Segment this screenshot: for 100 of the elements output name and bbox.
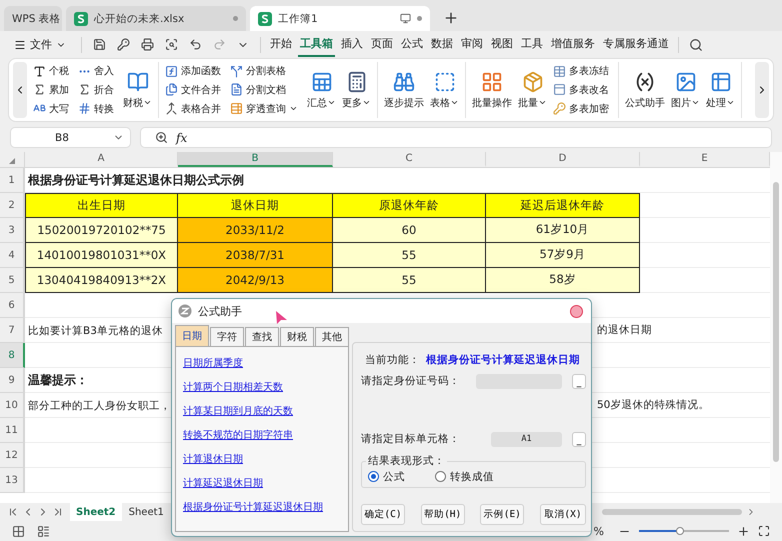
ribbon-button[interactable]: 汇总: [306, 62, 337, 118]
ribbon-button[interactable]: 添加函数: [164, 62, 222, 80]
row-header[interactable]: 4: [0, 243, 25, 268]
ribbon-button[interactable]: 个税: [32, 62, 70, 80]
row-header[interactable]: 13: [0, 468, 25, 493]
dialog-tab[interactable]: 其他: [315, 327, 349, 346]
grid-icon[interactable]: [12, 524, 25, 538]
ribbon-button[interactable]: 多表冻结: [552, 62, 610, 80]
sheet-tab[interactable]: Sheet1: [122, 503, 170, 521]
list-icon[interactable]: [37, 524, 50, 538]
close-button[interactable]: [570, 304, 583, 318]
row-header[interactable]: 3: [0, 218, 25, 243]
menu-tab[interactable]: 开始: [268, 32, 294, 57]
row-header[interactable]: 1: [0, 168, 25, 193]
formula-icon: [634, 70, 656, 92]
dialog-button[interactable]: 取消(X): [540, 504, 586, 525]
row-header[interactable]: 2: [0, 193, 25, 218]
pick-button[interactable]: _: [572, 432, 586, 446]
ribbon-button[interactable]: 多表改名: [552, 80, 610, 99]
document-tab[interactable]: 心开始の未来.xlsx: [66, 6, 246, 31]
caret-icon: [726, 98, 735, 107]
ribbon-button[interactable]: 转换: [77, 100, 115, 118]
ribbon-button[interactable]: 文件合并: [164, 80, 222, 99]
monitor-icon: [400, 13, 411, 24]
row-header[interactable]: 5: [0, 268, 25, 293]
column-header[interactable]: D: [486, 152, 640, 167]
menu-tab[interactable]: 页面: [369, 32, 395, 57]
caret-icon: [327, 98, 336, 107]
merge-icon: [165, 102, 178, 116]
sheet-tab[interactable]: Sheet2: [70, 503, 122, 521]
dialog-button[interactable]: 帮助(H): [420, 504, 465, 525]
document-tab[interactable]: 工作簿1: [250, 6, 430, 31]
row-header[interactable]: 7: [0, 318, 25, 343]
name-box[interactable]: B8: [10, 127, 131, 148]
ribbon-button[interactable]: 更多: [341, 62, 372, 118]
formula-field[interactable]: fx: [140, 127, 772, 148]
ribbon-button[interactable]: 逐步提示: [383, 62, 425, 118]
ribbon-button[interactable]: 图片: [670, 62, 701, 118]
binoculars-icon: [393, 70, 415, 92]
cell-text: 部分工种的工人身份女职工，: [27, 400, 171, 412]
function-link[interactable]: 计算某日期到月底的天数: [183, 406, 293, 417]
ribbon-button[interactable]: 批量: [517, 62, 548, 118]
table-cell: 2038/7/31: [178, 242, 333, 268]
document-tab[interactable]: WPS 表格: [4, 6, 62, 31]
ribbon-button[interactable]: 财税: [122, 62, 153, 118]
menu-tab[interactable]: 工具: [519, 32, 545, 57]
ribbon-button[interactable]: 处理: [705, 62, 736, 118]
row-header[interactable]: 11: [0, 418, 25, 443]
dialog-tab[interactable]: 查找: [245, 327, 279, 346]
function-link[interactable]: 计算退休日期: [183, 454, 243, 465]
ribbon-button[interactable]: 公式助手: [624, 62, 666, 118]
vertical-scrollbar[interactable]: [770, 152, 782, 503]
dialog-tab[interactable]: 日期: [175, 325, 209, 346]
row-header[interactable]: 9: [0, 368, 25, 393]
menu-tab[interactable]: 数据: [429, 32, 455, 57]
column-header[interactable]: B: [178, 152, 333, 167]
fullscreen-icon[interactable]: [758, 525, 770, 537]
ribbon-button[interactable]: 舍入: [77, 62, 115, 80]
radio-option[interactable]: 转换成值: [435, 470, 494, 484]
row-header[interactable]: 10: [0, 393, 25, 418]
ribbon-button[interactable]: 表格: [429, 62, 460, 118]
function-link[interactable]: 计算延迟退休日期: [183, 478, 263, 489]
menu-tab[interactable]: 增值服务: [549, 32, 597, 57]
menu-tab[interactable]: 审阅: [459, 32, 485, 57]
dialog-tab[interactable]: 字符: [210, 327, 244, 346]
dialog-button[interactable]: 确定(C): [361, 504, 405, 525]
file-menu[interactable]: 文件: [10, 37, 70, 52]
cell-text: 温馨提示：: [27, 372, 88, 388]
ribbon-button[interactable]: 分割文档: [229, 80, 299, 99]
zoom-in-icon[interactable]: [737, 524, 750, 538]
ribbon-button[interactable]: 穿透查询: [229, 100, 299, 118]
table-cell: 14010019801031**0X: [25, 242, 178, 268]
function-link[interactable]: 根据身份证号计算延迟退休日期: [183, 502, 323, 513]
function-link[interactable]: 转换不规范的日期字符串: [183, 430, 293, 441]
radio-option[interactable]: 公式: [368, 470, 405, 484]
dialog-button[interactable]: 示例(E): [480, 504, 524, 525]
column-header[interactable]: C: [333, 152, 486, 167]
menu-tab[interactable]: 视图: [489, 32, 515, 57]
menu-tab[interactable]: 公式: [399, 32, 425, 57]
ribbon-button[interactable]: 大写: [32, 100, 70, 118]
field-label: 请指定目标单元格：: [361, 432, 461, 446]
ribbon-button[interactable]: 批量操作: [471, 62, 513, 118]
row-header[interactable]: 12: [0, 443, 25, 468]
input-field[interactable]: A1: [491, 432, 562, 446]
dialog-tab[interactable]: 财税: [280, 327, 314, 346]
row-header[interactable]: 6: [0, 293, 25, 318]
menu-tab[interactable]: 专属服务通道: [601, 32, 671, 57]
ribbon-button[interactable]: 分割表格: [229, 62, 299, 80]
row-header[interactable]: 8: [0, 343, 25, 368]
plus-icon[interactable]: [443, 10, 459, 26]
function-link[interactable]: 日期所属季度: [183, 358, 243, 369]
function-link[interactable]: 计算两个日期相差天数: [183, 382, 283, 393]
column-header-cell: 原退休年龄: [333, 192, 486, 218]
ribbon-button[interactable]: 折合: [77, 80, 115, 99]
ribbon-button[interactable]: 多表加密: [552, 100, 610, 118]
ribbon-button[interactable]: 累加: [32, 80, 70, 99]
menu-icon: [14, 38, 26, 50]
ribbon-button[interactable]: 表格合并: [164, 100, 222, 118]
pick-button[interactable]: _: [572, 374, 586, 388]
menu-tab[interactable]: 插入: [339, 32, 365, 57]
